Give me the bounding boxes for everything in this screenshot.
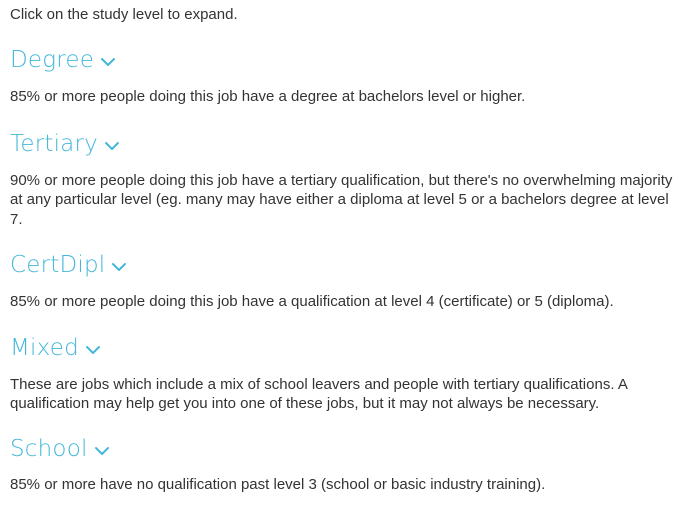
chevron-down-icon — [104, 141, 119, 150]
study-level-school: School 85% or more have no qualification… — [10, 433, 685, 495]
study-level-title: CertDipl — [10, 252, 106, 278]
study-level-degree: Degree 85% or more people doing this job… — [10, 44, 685, 107]
chevron-down-icon — [85, 345, 100, 354]
study-level-title: Mixed — [10, 334, 79, 361]
study-level-tertiary: Tertiary 90% or more people doing this j… — [10, 128, 685, 230]
intro-text: Click on the study level to expand. — [10, 6, 238, 23]
chevron-down-icon — [94, 446, 109, 455]
study-level-description: 85% or more have no qualification past l… — [10, 475, 546, 493]
study-level-description: 90% or more people doing this job have a… — [10, 171, 673, 228]
study-level-description: 85% or more people doing this job have a… — [10, 88, 526, 105]
study-level-degree-toggle[interactable]: Degree — [10, 44, 685, 76]
study-level-title: School — [10, 435, 88, 462]
study-level-school-toggle[interactable]: School — [10, 433, 685, 465]
study-level-mixed-toggle[interactable]: Mixed — [10, 332, 685, 364]
study-level-tertiary-toggle[interactable]: Tertiary — [10, 128, 685, 160]
chevron-down-icon — [112, 263, 127, 271]
study-level-description: These are jobs which include a mix of sc… — [10, 375, 627, 413]
study-levels-panel: Click on the study level to expand. Degr… — [10, 0, 685, 494]
study-level-title: Tertiary — [10, 130, 98, 157]
study-level-certdipl: CertDipl 85% or more people doing this j… — [10, 249, 685, 312]
study-level-description: 85% or more people doing this job have a… — [10, 293, 614, 310]
chevron-down-icon — [101, 58, 116, 66]
study-level-certdipl-toggle[interactable]: CertDipl — [10, 249, 685, 281]
study-level-title: Degree — [10, 47, 95, 73]
study-level-mixed: Mixed These are jobs which include a mix… — [10, 332, 685, 414]
